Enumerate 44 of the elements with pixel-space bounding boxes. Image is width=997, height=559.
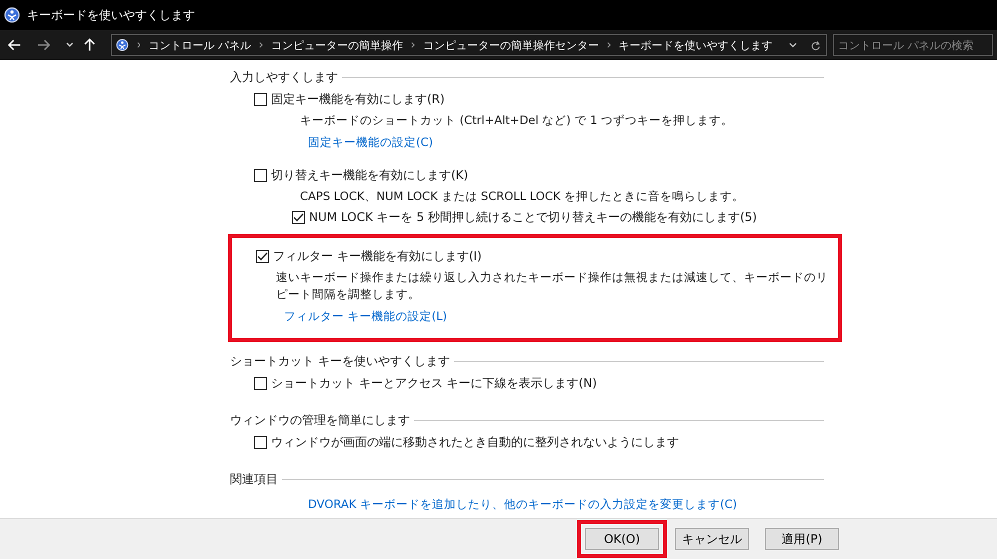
checkbox[interactable]: [256, 250, 269, 262]
search-field[interactable]: コントロール パネルの検索: [833, 34, 993, 56]
checkbox[interactable]: [254, 376, 267, 390]
address-bar[interactable]: コントロール パネル コンピューターの簡単操作 コンピューターの簡単操作センター キーボードを使いやすくします: [111, 34, 827, 56]
checkbox[interactable]: [254, 436, 267, 448]
checkbox-label[interactable]: ウィンドウが画面の端に移動されたとき自動的に整列されないようにします: [271, 434, 679, 450]
breadcrumb-item[interactable]: キーボードを使いやすくします: [618, 38, 773, 52]
chevron-right-icon: [258, 41, 263, 49]
settings-link[interactable]: DVORAK キーボードを追加したり、他のキーボードの入力設定を変更します(C): [308, 497, 737, 511]
window-title: キーボードを使いやすくします: [27, 6, 195, 24]
control-panel-icon: [116, 37, 129, 53]
breadcrumb-item[interactable]: コンピューターの簡単操作センター: [422, 38, 599, 52]
checkbox[interactable]: [292, 210, 305, 224]
section-heading: ウィンドウの管理を簡単にします: [230, 412, 410, 428]
checkbox-label[interactable]: 固定キー機能を有効にします(R): [271, 90, 445, 108]
forward-arrow-icon[interactable]: [37, 39, 50, 51]
dialog-button[interactable]: キャンセル: [675, 528, 749, 550]
settings-link[interactable]: 固定キー機能の設定(C): [308, 135, 434, 149]
chevron-down-icon[interactable]: [788, 42, 797, 48]
back-arrow-icon[interactable]: [8, 39, 22, 51]
description-text: CAPS LOCK、NUM LOCK または SCROLL LOCK を押したときに音を鳴らします。: [300, 188, 746, 205]
checkbox-label[interactable]: フィルター キー機能を有効にします(I): [273, 248, 482, 264]
section-heading: ショートカット キーを使いやすくします: [230, 352, 450, 370]
checkbox-label[interactable]: ショートカット キーとアクセス キーに下線を表示します(N): [271, 374, 597, 392]
dialog-button[interactable]: OK(O): [585, 528, 659, 550]
refresh-icon[interactable]: [810, 38, 820, 52]
app-icon: [4, 7, 20, 23]
breadcrumb-item[interactable]: コンピューターの簡単操作: [270, 38, 403, 52]
up-arrow-icon[interactable]: [84, 38, 95, 52]
checkbox-label[interactable]: NUM LOCK キーを 5 秒間押し続けることで切り替えキーの機能を有効にします(5): [309, 208, 757, 226]
chevron-right-icon: [606, 41, 611, 49]
description-text: 速いキーボード操作または繰り返し入力されたキーボード操作は無視または減速して、キーボードのリピート間隔を調整します。: [276, 269, 829, 303]
checkbox-label[interactable]: 切り替えキー機能を有効にします(K): [271, 166, 468, 184]
chevron-down-icon[interactable]: [66, 42, 74, 48]
description-text: キーボードのショートカット (Ctrl+Alt+Del など) で 1 つずつキーを押します。: [300, 112, 734, 129]
dialog-button[interactable]: 適用(P): [765, 528, 839, 550]
breadcrumb-item[interactable]: コントロール パネル: [148, 38, 251, 52]
section-heading: 入力しやすくします: [230, 68, 338, 86]
settings-link[interactable]: フィルター キー機能の設定(L): [284, 309, 448, 323]
chevron-right-icon: [136, 41, 140, 49]
chevron-right-icon: [410, 41, 415, 49]
section-heading: 関連項目: [230, 470, 278, 488]
checkbox[interactable]: [254, 168, 267, 182]
checkbox[interactable]: [254, 92, 267, 106]
